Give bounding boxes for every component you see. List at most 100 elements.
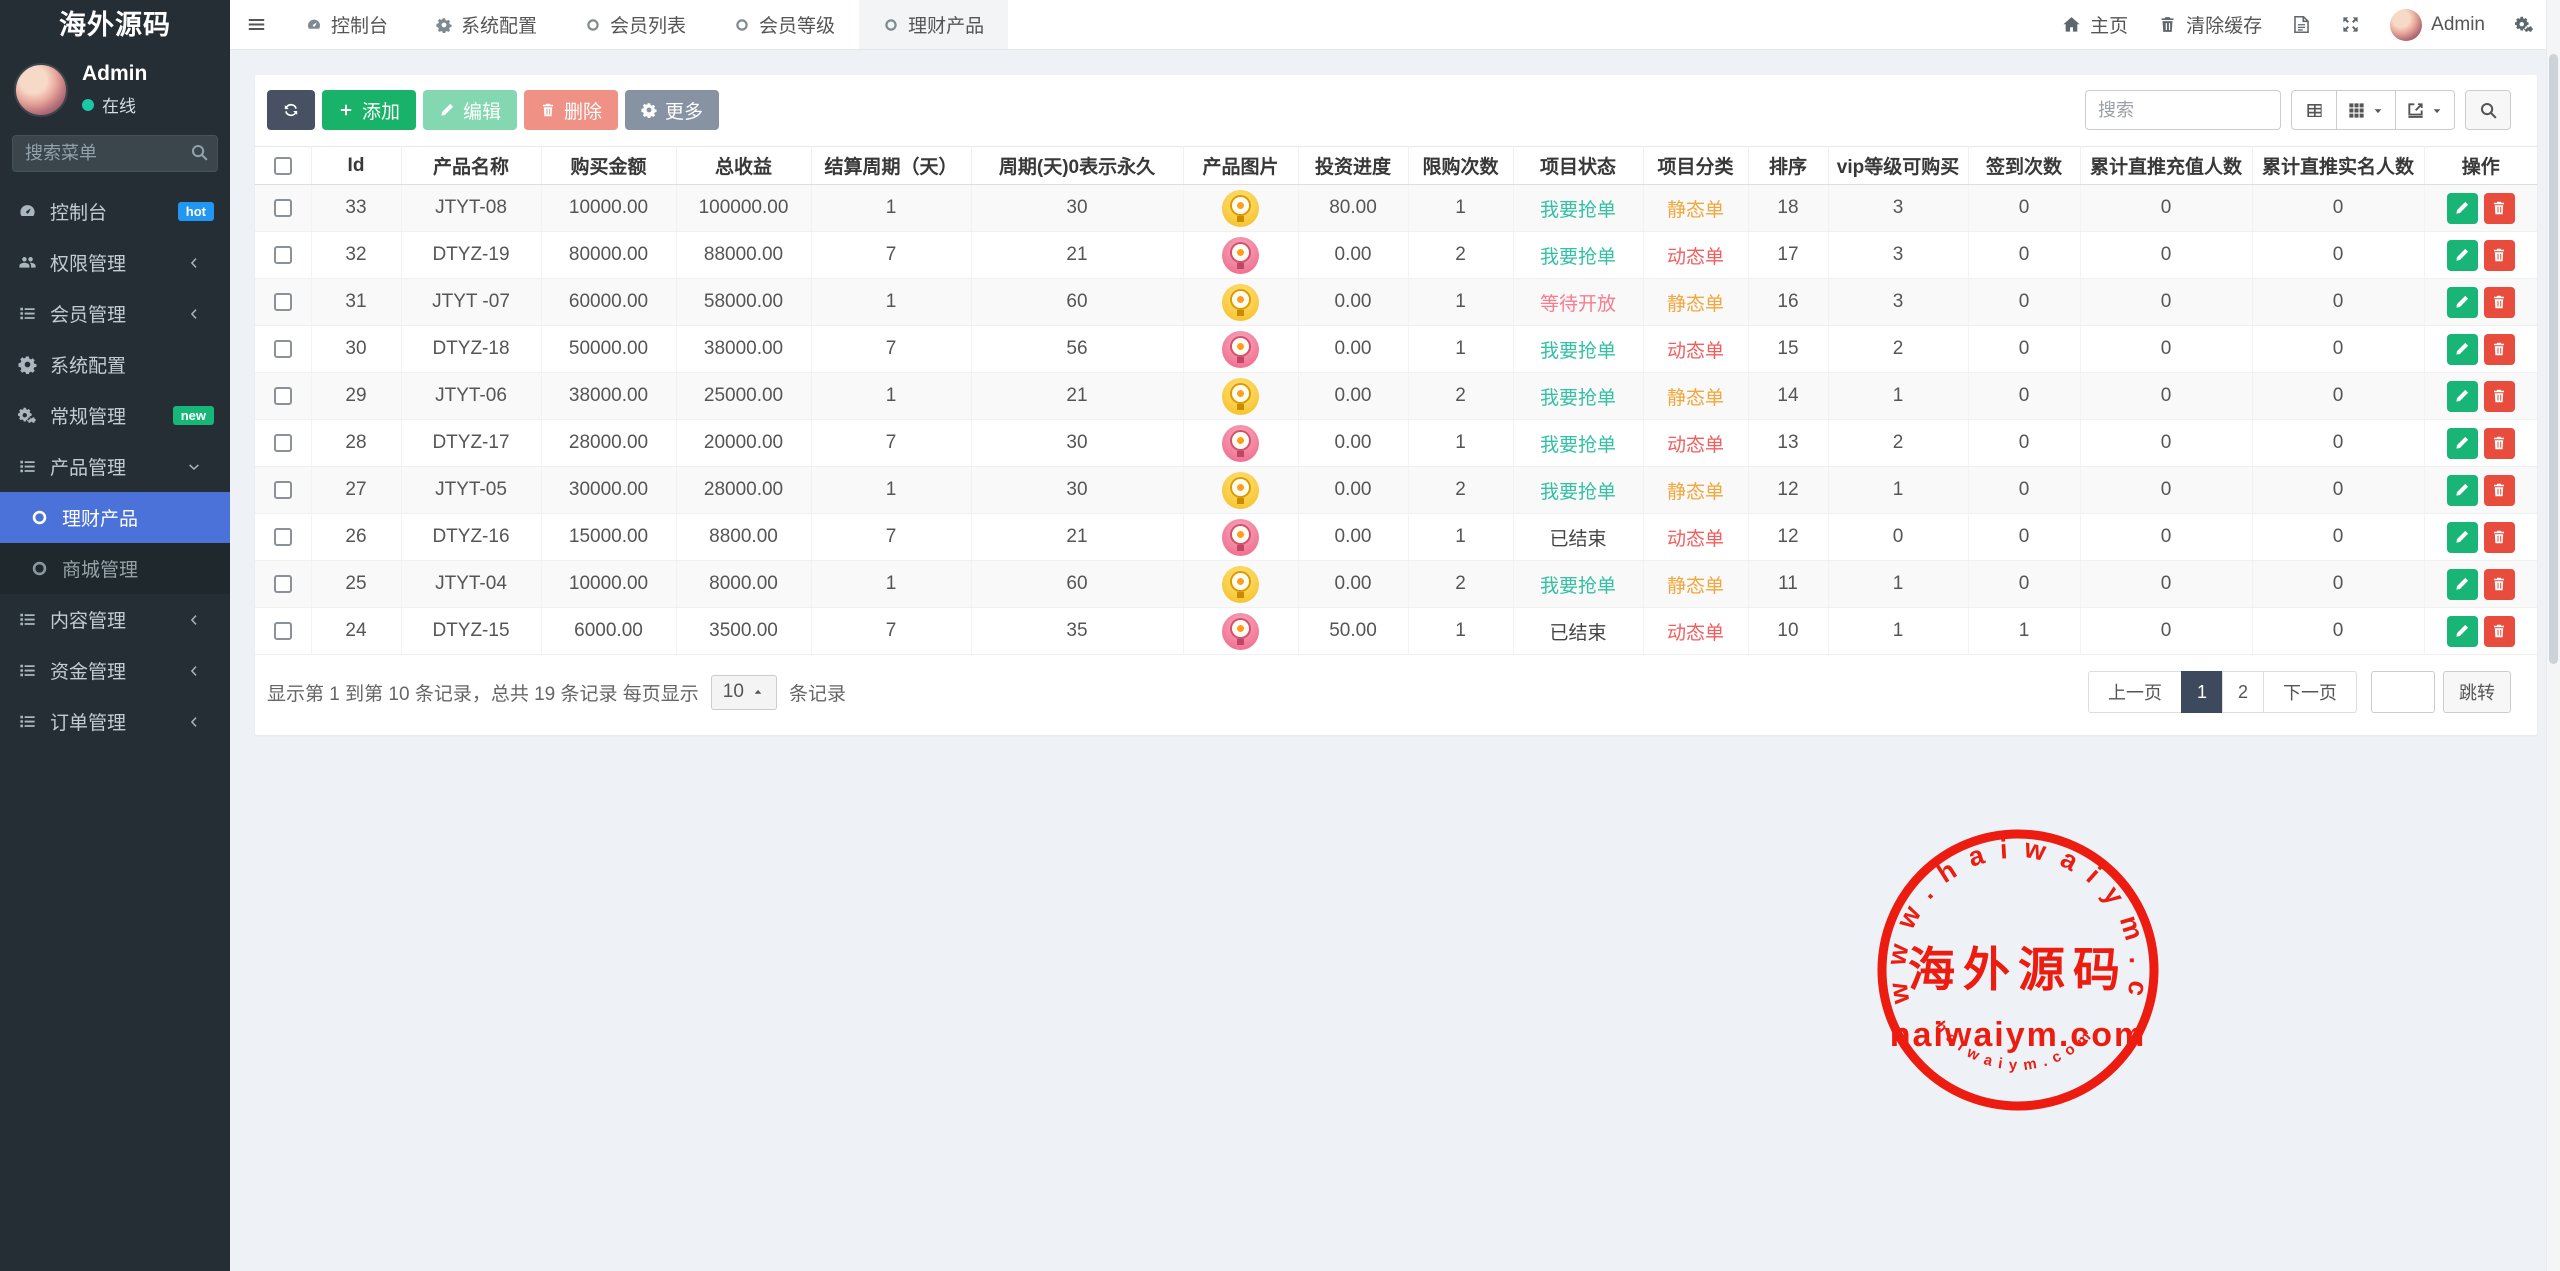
scrollbar[interactable] [2546,0,2560,1271]
row-delete-button[interactable] [2484,334,2515,365]
row-edit-button[interactable] [2447,334,2478,365]
avatar [14,63,68,117]
row-edit-button[interactable] [2447,475,2478,506]
cell-sign: 0 [1968,420,2080,467]
fullscreen-button[interactable] [2341,14,2360,36]
row-checkbox[interactable] [274,434,292,452]
tab-member-list[interactable]: 会员列表 [561,0,710,49]
row-edit-button[interactable] [2447,569,2478,600]
tab-dashboard[interactable]: 控制台 [282,0,412,49]
cell-sign: 0 [1968,326,2080,373]
add-button[interactable]: 添加 [322,90,416,130]
row-edit-button[interactable] [2447,287,2478,318]
row-delete-button[interactable] [2484,569,2515,600]
cell-image [1183,185,1298,232]
sidebar-item-config[interactable]: 系统配置 [0,339,230,390]
page-2-button[interactable]: 2 [2222,671,2264,713]
select-all-checkbox[interactable] [274,157,292,175]
cell-period: 35 [971,608,1183,655]
cell-period: 30 [971,185,1183,232]
cell-sort: 17 [1748,232,1828,279]
search-button[interactable] [2465,90,2511,130]
search-icon[interactable] [190,143,209,162]
tab-config[interactable]: 系统配置 [412,0,561,49]
sidebar-item-licai[interactable]: 理财产品 [0,492,230,543]
cell-period: 56 [971,326,1183,373]
products-table: Id产品名称购买金额总收益结算周期（天）周期(天)0表示永久产品图片投资进度限购… [255,146,2537,655]
sidebar-item-auth[interactable]: 权限管理 [0,237,230,288]
more-button[interactable]: 更多 [625,90,719,130]
sidebar-item-order[interactable]: 订单管理 [0,696,230,747]
settings-button[interactable] [2515,14,2534,36]
delete-button[interactable]: 删除 [524,90,618,130]
page-size-select[interactable]: 10 [711,675,777,710]
page-jump-input[interactable] [2371,671,2435,713]
sidebar-search-input[interactable] [12,135,218,172]
user-status: 在线 [82,92,147,117]
row-delete-button[interactable] [2484,522,2515,553]
sidebar-item-product[interactable]: 产品管理 [0,441,230,492]
header-col: vip等级可购买 [1828,147,1968,185]
scrollbar-thumb[interactable] [2549,54,2558,664]
page-1-button[interactable]: 1 [2181,671,2223,713]
row-checkbox[interactable] [274,340,292,358]
tab-member-level[interactable]: 会员等级 [710,0,859,49]
sidebar-item-member[interactable]: 会员管理 [0,288,230,339]
edit-button[interactable]: 编辑 [423,90,517,130]
cell-ops [2424,279,2537,326]
cell-sign: 0 [1968,514,2080,561]
row-edit-button[interactable] [2447,381,2478,412]
row-delete-button[interactable] [2484,240,2515,271]
row-edit-button[interactable] [2447,240,2478,271]
export-button[interactable] [2395,90,2455,130]
prev-page-button[interactable]: 上一页 [2088,671,2182,713]
row-delete-button[interactable] [2484,287,2515,318]
circle-icon [883,17,899,33]
row-edit-button[interactable] [2447,193,2478,224]
row-edit-button[interactable] [2447,616,2478,647]
jump-button[interactable]: 跳转 [2443,671,2511,713]
row-checkbox[interactable] [274,622,292,640]
cell-ops [2424,373,2537,420]
clear-cache-link[interactable]: 清除缓存 [2158,11,2262,38]
category-text: 静态单 [1667,200,1724,221]
language-button[interactable] [2292,14,2311,36]
sidebar-item-content[interactable]: 内容管理 [0,594,230,645]
category-text: 动态单 [1667,435,1724,456]
row-checkbox[interactable] [274,246,292,264]
row-checkbox[interactable] [274,199,292,217]
row-edit-button[interactable] [2447,522,2478,553]
next-page-button[interactable]: 下一页 [2263,671,2357,713]
sidebar-item-finance[interactable]: 资金管理 [0,645,230,696]
columns-button[interactable] [2336,90,2396,130]
list-icon [18,712,37,731]
admin-menu[interactable]: Admin [2390,9,2485,41]
home-link[interactable]: 主页 [2062,11,2128,38]
sidebar-item-mall[interactable]: 商城管理 [0,543,230,594]
status-text: 等待开放 [1540,294,1616,315]
row-delete-button[interactable] [2484,616,2515,647]
table-search-input[interactable] [2085,90,2281,130]
cell-recharge: 0 [2080,373,2252,420]
row-delete-button[interactable] [2484,381,2515,412]
hamburger-icon[interactable] [230,0,282,49]
cell-id: 28 [311,420,401,467]
row-checkbox[interactable] [274,528,292,546]
sidebar-item-dashboard[interactable]: 控制台hot [0,186,230,237]
row-edit-button[interactable] [2447,428,2478,459]
row-delete-button[interactable] [2484,475,2515,506]
cell-status: 我要抢单 [1513,232,1643,279]
cell-sort: 14 [1748,373,1828,420]
row-checkbox[interactable] [274,293,292,311]
row-checkbox[interactable] [274,387,292,405]
tab-label: 理财产品 [908,11,984,38]
row-delete-button[interactable] [2484,193,2515,224]
refresh-button[interactable] [267,90,315,130]
tab-licai[interactable]: 理财产品 [859,0,1008,49]
cell-id: 27 [311,467,401,514]
row-delete-button[interactable] [2484,428,2515,459]
row-checkbox[interactable] [274,481,292,499]
sidebar-item-general[interactable]: 常规管理new [0,390,230,441]
row-checkbox[interactable] [274,575,292,593]
detail-view-button[interactable] [2291,90,2337,130]
